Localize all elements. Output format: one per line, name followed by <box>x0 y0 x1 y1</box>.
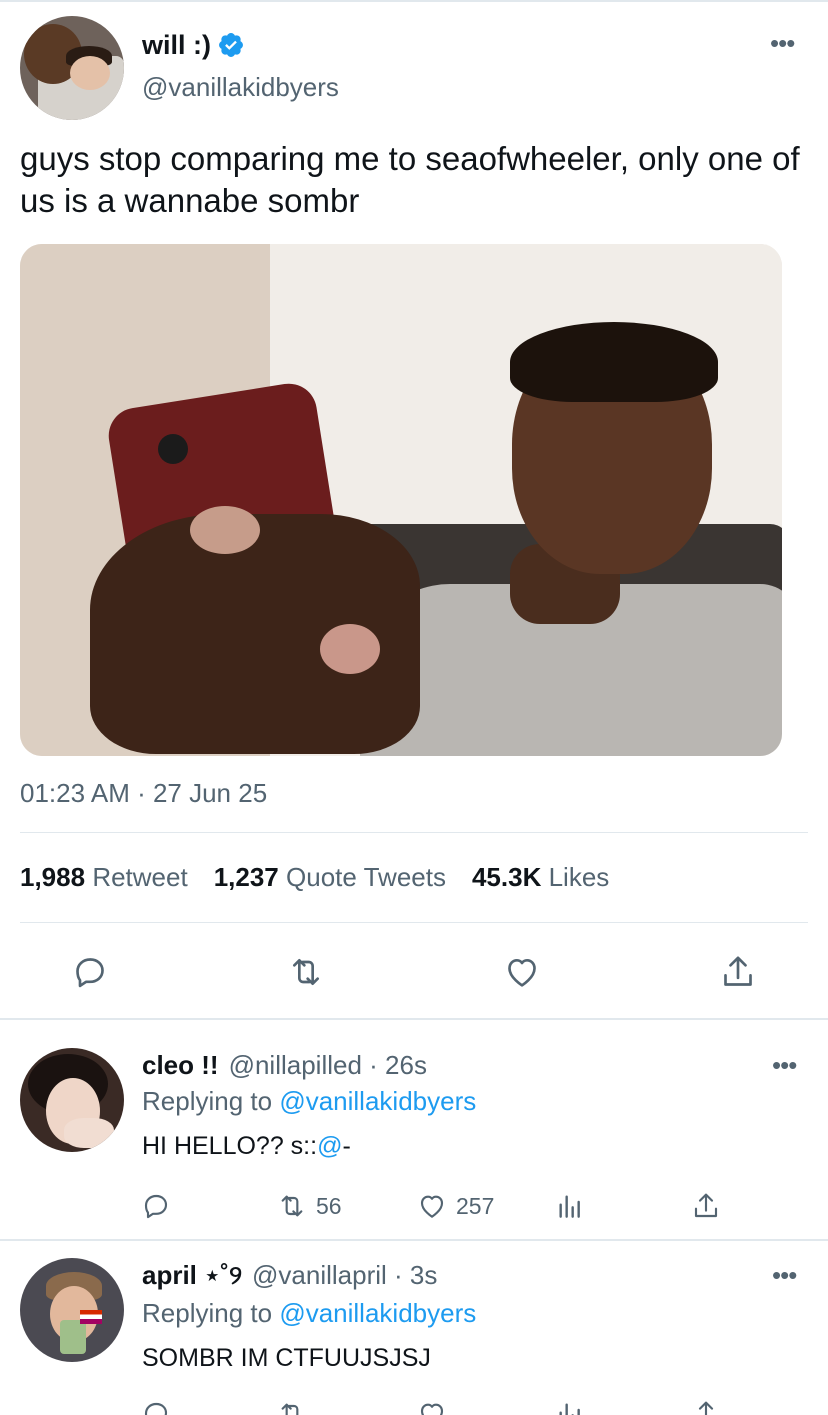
quote-label: Quote Tweets <box>286 862 446 892</box>
share-button[interactable] <box>690 1398 722 1415</box>
replying-to-mention[interactable]: @vanillakidbyers <box>279 1086 476 1116</box>
replying-to: Replying to @vanillakidbyers <box>142 1086 476 1117</box>
divider <box>20 922 808 923</box>
like-icon <box>420 1403 444 1415</box>
likes-stat[interactable]: 45.3K Likes <box>472 862 609 893</box>
analytics-icon <box>559 1195 580 1218</box>
reply-button[interactable] <box>140 1398 172 1415</box>
verified-badge-icon <box>219 33 243 57</box>
tweet-actions <box>0 952 828 992</box>
divider <box>0 1239 828 1241</box>
retweet-button[interactable]: 56 <box>276 1190 342 1222</box>
share-button[interactable] <box>690 1190 722 1222</box>
retweet-stat[interactable]: 1,988 Retweet <box>20 862 188 893</box>
more-options-icon[interactable]: ••• <box>772 1052 797 1078</box>
more-options-icon[interactable]: ••• <box>770 30 795 56</box>
reply-text: HI HELLO?? s::@- <box>142 1132 351 1160</box>
reply-button[interactable] <box>140 1190 172 1222</box>
tweet-photo[interactable] <box>20 244 782 756</box>
retweet-button[interactable] <box>276 1398 308 1415</box>
quote-stat[interactable]: 1,237 Quote Tweets <box>214 862 446 893</box>
analytics-button[interactable] <box>554 1398 586 1415</box>
reply-avatar[interactable] <box>20 1258 124 1362</box>
top-border <box>0 0 828 2</box>
retweet-count: 1,988 <box>20 862 86 892</box>
reply-avatar[interactable] <box>20 1048 124 1152</box>
replying-to-label: Replying to <box>142 1298 273 1328</box>
tweet-stats: 1,988 Retweet 1,237 Quote Tweets 45.3K L… <box>20 862 609 893</box>
more-options-icon[interactable]: ••• <box>772 1262 797 1288</box>
author-avatar[interactable] <box>20 16 124 120</box>
reply-actions <box>0 1398 828 1415</box>
reply-icon[interactable] <box>70 952 110 992</box>
replying-to: Replying to @vanillakidbyers <box>142 1298 476 1329</box>
share-icon <box>698 1401 714 1415</box>
mention-link[interactable]: @ <box>317 1132 342 1160</box>
analytics-button[interactable] <box>554 1190 586 1222</box>
tweet-timestamp[interactable]: 01:23 AM · 27 Jun 25 <box>20 778 267 809</box>
retweet-icon <box>281 1403 299 1415</box>
replying-to-mention[interactable]: @vanillakidbyers <box>279 1298 476 1328</box>
retweet-icon <box>281 1195 303 1217</box>
retweet-icon[interactable] <box>286 952 326 992</box>
author-handle[interactable]: @vanillakidbyers <box>142 72 339 103</box>
reply-author-name[interactable]: cleo !! <box>142 1050 219 1081</box>
like-button[interactable]: 257 <box>416 1190 494 1222</box>
reply-header: cleo !! @nillapilled · 26s <box>142 1050 427 1081</box>
reply-author-handle[interactable]: @vanillapril · 3s <box>252 1260 437 1291</box>
reply-author-name[interactable]: april ⋆˚୨ <box>142 1260 242 1292</box>
reply-icon <box>144 1194 168 1219</box>
like-icon <box>420 1195 444 1218</box>
likes-label: Likes <box>548 862 610 892</box>
tweet-text: guys stop comparing me to seaofwheeler, … <box>20 140 800 219</box>
share-icon <box>694 1193 718 1218</box>
author-name-row[interactable]: will :) <box>142 28 245 62</box>
divider <box>0 1018 828 1020</box>
retweet-label: Retweet <box>92 862 188 892</box>
like-icon[interactable] <box>502 952 542 992</box>
analytics-icon <box>559 1403 580 1415</box>
reply-icon <box>144 1402 168 1415</box>
replying-to-label: Replying to <box>142 1086 273 1116</box>
reply-text: SOMBR IM CTFUUJSJSJ <box>142 1344 431 1372</box>
reply-author-handle[interactable]: @nillapilled · 26s <box>229 1050 427 1081</box>
like-button[interactable] <box>416 1398 448 1415</box>
reply-header: april ⋆˚୨ @vanillapril · 3s <box>142 1260 437 1292</box>
reply-actions: 56 257 <box>0 1190 828 1226</box>
retweet-count: 56 <box>316 1192 342 1219</box>
share-icon[interactable] <box>718 952 758 992</box>
quote-count: 1,237 <box>213 862 279 892</box>
like-count: 257 <box>456 1192 495 1219</box>
likes-count: 45.3K <box>471 862 542 892</box>
divider <box>20 832 808 833</box>
author-name[interactable]: will :) <box>142 30 211 61</box>
